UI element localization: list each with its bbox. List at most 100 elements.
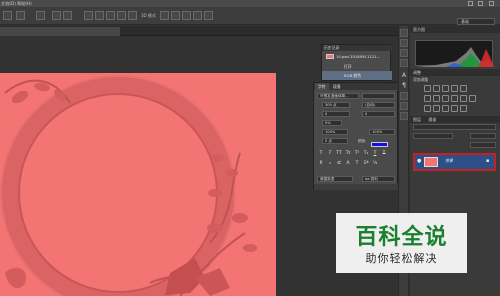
posterize-icon[interactable] [433,105,440,112]
tab-channels[interactable]: 通道 [428,117,436,122]
visibility-eye-icon[interactable]: ● [417,159,422,164]
superscript-icon[interactable]: T¹ [354,151,360,157]
history-snapshot[interactable]: 10.psd 20180911121… [322,52,392,61]
align-center-icon[interactable] [95,11,104,20]
small-caps-icon[interactable]: Tt [345,151,351,157]
info-panel-icon[interactable] [400,39,408,47]
tab-paragraph[interactable]: 段落 [330,83,344,90]
document-tab[interactable] [0,27,120,36]
workspace-select[interactable]: 基础 [457,18,495,25]
auto-select-checkbox[interactable] [16,11,25,20]
restore-icon[interactable] [478,1,483,6]
font-style-select[interactable] [362,93,395,99]
channel-mixer-icon[interactable] [460,95,467,102]
curves-icon[interactable] [442,85,449,92]
clone-source-panel-icon[interactable] [400,102,408,110]
history-panel: 历史记录 10.psd 20180911121… 打开 RGB 颜色 [321,44,392,81]
history-step[interactable]: 打开 [322,62,392,71]
3d-scale-icon[interactable] [204,11,213,20]
text-color-swatch[interactable] [371,142,388,147]
tab-layers[interactable]: 图层 [413,117,421,122]
close-icon[interactable] [489,1,494,6]
snapshot-thumbnail [326,54,334,59]
snapshot-label: 10.psd 20180911121… [336,54,381,59]
hue-saturation-icon[interactable] [424,95,431,102]
underline-icon[interactable]: T [372,151,378,157]
invert-icon[interactable] [424,105,431,112]
ligatures-icon[interactable]: fi [318,161,324,167]
align-left-icon[interactable] [84,11,93,20]
actions-panel-icon[interactable] [400,59,408,67]
character-panel-icon[interactable]: A [400,72,408,80]
fill-field[interactable] [470,142,496,148]
canvas-artwork [0,75,257,296]
fractions-icon[interactable]: ½ [372,161,378,167]
photo-filter-icon[interactable] [451,95,458,102]
gradient-map-icon[interactable] [451,105,458,112]
layer-thumbnail [424,157,438,167]
auto-align-icon[interactable] [128,11,137,20]
histogram-panel-header[interactable]: 直方图 [410,26,500,33]
threshold-icon[interactable] [442,105,449,112]
black-white-icon[interactable] [442,95,449,102]
history-step-active[interactable]: RGB 颜色 [322,71,392,80]
watermark-subtitle: 助你轻松解决 [365,252,438,265]
alternates-icon[interactable]: A [345,161,351,167]
menu-item-help[interactable]: 帮助(H) [17,0,32,7]
selective-color-icon[interactable] [460,105,467,112]
align-right-icon[interactable] [106,11,115,20]
kerning-field[interactable]: 0 [322,111,350,117]
all-caps-icon[interactable]: TT [336,151,342,157]
align-top-icon[interactable] [52,11,61,20]
character-panel-footer [314,184,399,190]
language-select[interactable]: 美国英语 [317,176,353,182]
3d-roll-icon[interactable] [171,11,180,20]
menu-item-document[interactable]: 文档(D) [1,0,16,7]
history-panel-icon[interactable] [400,49,408,57]
baseline-shift-field[interactable]: 0 点 [322,138,348,144]
tab-character[interactable]: 字符 [315,83,329,90]
levels-icon[interactable] [433,85,440,92]
3d-rotate-icon[interactable] [160,11,169,20]
titling-icon[interactable]: T [354,161,360,167]
layer-filter-row[interactable] [413,124,496,130]
adjustments-panel-header[interactable]: 调整 [410,69,500,76]
align-middle-icon[interactable] [63,11,72,20]
color-balance-icon[interactable] [433,95,440,102]
3d-mode-label: 3D 模式 [141,13,156,18]
antialias-select[interactable]: aa 锐利 [362,176,395,182]
tracking-field[interactable]: 0 [362,111,395,117]
transform-controls-checkbox[interactable] [36,11,45,20]
leading-field[interactable]: (自动) [362,102,395,108]
3d-pan-icon[interactable] [182,11,191,20]
vibrance-icon[interactable] [460,85,467,92]
tool-presets-panel-icon[interactable] [400,112,408,120]
tracking-percent-field[interactable]: 0% [322,120,342,126]
history-panel-title: 历史记录 [322,45,392,51]
exposure-icon[interactable] [451,85,458,92]
histogram-panel-icon[interactable] [400,29,408,37]
strikethrough-icon[interactable]: T [381,151,387,157]
opacity-field[interactable] [470,133,496,139]
color-label: 颜色: [358,139,367,143]
minimize-icon[interactable] [468,1,473,6]
font-family-select[interactable]: 叶根友漫画体简… [317,93,359,99]
faux-bold-icon[interactable]: T [318,151,324,157]
brush-panel-icon[interactable] [400,92,408,100]
canvas[interactable] [0,73,276,296]
swash-icon[interactable]: st [336,161,342,167]
distribute-icon[interactable] [117,11,126,20]
faux-italic-icon[interactable]: T [327,151,333,157]
ordinals-icon[interactable]: 1ª [363,161,369,167]
horizontal-scale-field[interactable]: 100% [369,129,395,135]
font-size-field[interactable]: 300 点 [322,102,350,108]
vertical-scale-field[interactable]: 100% [322,129,348,135]
paragraph-panel-icon[interactable]: ¶ [400,82,408,90]
move-tool-icon[interactable] [3,11,12,20]
old-style-icon[interactable]: ℴ [327,161,333,167]
brightness-icon[interactable] [424,85,431,92]
color-lookup-icon[interactable] [469,95,476,102]
blend-mode-select[interactable] [413,133,453,139]
3d-slide-icon[interactable] [193,11,202,20]
subscript-icon[interactable]: T₁ [363,151,369,157]
